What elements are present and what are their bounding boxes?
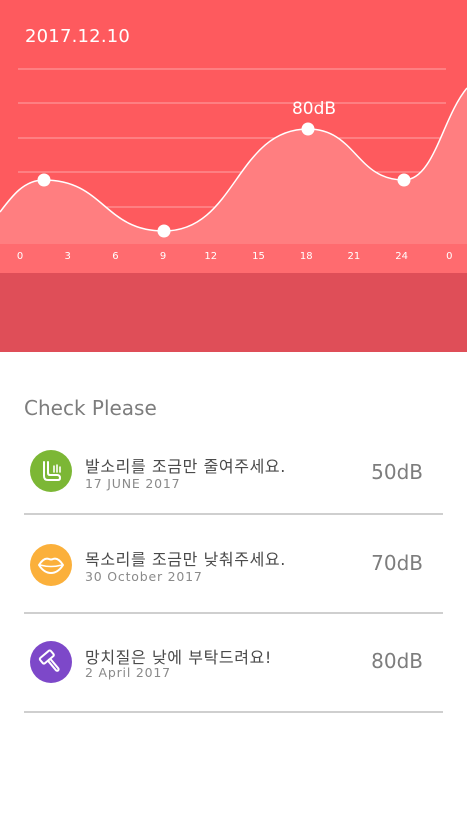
x-tick-label: 0 bbox=[446, 251, 452, 262]
item-value: 70dB bbox=[371, 551, 423, 575]
x-tick-label: 24 bbox=[395, 251, 408, 262]
peak-label: 80dB bbox=[292, 99, 336, 119]
hammer-icon bbox=[30, 641, 72, 683]
x-tick-label: 15 bbox=[252, 251, 265, 262]
lips-icon bbox=[30, 544, 72, 586]
data-point[interactable] bbox=[37, 173, 51, 187]
item-value: 80dB bbox=[371, 649, 423, 673]
item-title: 발소리를 조금만 줄여주세요. bbox=[85, 457, 286, 476]
x-tick-label: 0 bbox=[17, 251, 23, 262]
item-date: 30 October 2017 bbox=[85, 569, 203, 584]
list-item[interactable]: 발소리를 조금만 줄여주세요. 17 JUNE 2017 50dB bbox=[24, 418, 443, 515]
app-screen: 80dB 0 3 6 9 12 15 18 21 24 0 2017.12.10 Check Pl… bbox=[0, 0, 467, 815]
item-title: 목소리를 조금만 낮춰주세요. bbox=[85, 550, 286, 569]
list-item[interactable]: 목소리를 조금만 낮춰주세요. 30 October 2017 70dB bbox=[24, 515, 443, 614]
x-tick-label: 21 bbox=[348, 251, 361, 262]
x-tick-label: 3 bbox=[65, 251, 71, 262]
data-point[interactable] bbox=[301, 122, 315, 136]
list-item[interactable]: 망치질은 낮에 부탁드려요! 2 April 2017 80dB bbox=[24, 614, 443, 713]
header-band bbox=[0, 273, 467, 352]
item-date: 17 JUNE 2017 bbox=[85, 476, 181, 491]
x-tick-label: 9 bbox=[160, 251, 166, 262]
x-tick-label: 12 bbox=[204, 251, 217, 262]
x-tick-label: 18 bbox=[300, 251, 313, 262]
noise-chart-panel: 80dB 0 3 6 9 12 15 18 21 24 0 2017.12.10 bbox=[0, 0, 467, 273]
data-point[interactable] bbox=[157, 224, 171, 238]
x-tick-label: 6 bbox=[112, 251, 118, 262]
chart-date: 2017.12.10 bbox=[25, 26, 131, 47]
section-title: Check Please bbox=[24, 396, 157, 420]
data-point[interactable] bbox=[397, 173, 411, 187]
item-date: 2 April 2017 bbox=[85, 665, 171, 680]
item-value: 50dB bbox=[371, 460, 423, 484]
foot-icon bbox=[30, 450, 72, 492]
complaint-list: 발소리를 조금만 줄여주세요. 17 JUNE 2017 50dB 목소리를 조… bbox=[24, 418, 443, 713]
